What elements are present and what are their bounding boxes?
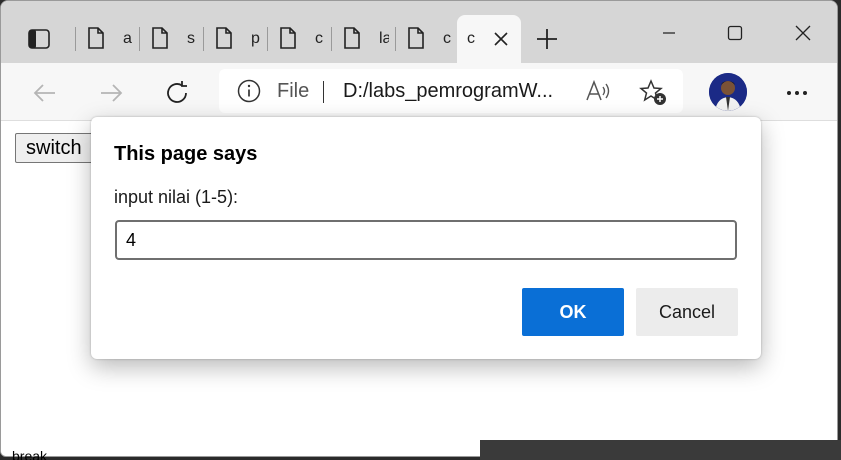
dialog-title: This page says — [114, 143, 258, 165]
back-button[interactable] — [25, 73, 65, 113]
ok-button[interactable]: OK — [522, 288, 624, 336]
tab-3[interactable]: p — [203, 15, 267, 63]
background-page-text: break — [12, 448, 48, 460]
tab-title: c — [315, 30, 323, 47]
document-icon — [216, 27, 232, 49]
tab-title: la — [379, 30, 389, 47]
tab-title: c — [467, 30, 475, 47]
browser-window: a s p c la c c — [0, 0, 838, 457]
navigation-toolbar: File D:/labs_pemrogramW... — [1, 63, 837, 121]
tab-title: p — [251, 30, 260, 47]
document-icon — [88, 27, 104, 49]
arrow-left-icon — [33, 84, 55, 102]
dialog-message: input nilai (1-5): — [114, 187, 239, 207]
tab-title: s — [187, 30, 195, 47]
plus-icon — [537, 29, 557, 49]
tab-5[interactable]: la — [331, 15, 395, 63]
forward-button[interactable] — [91, 73, 131, 113]
document-icon — [344, 27, 360, 49]
tab-2[interactable]: s — [139, 15, 203, 63]
tab-title: a — [123, 30, 132, 47]
tab-close-button[interactable] — [489, 27, 513, 51]
minimize-icon — [663, 32, 675, 34]
tab-4[interactable]: c — [267, 15, 331, 63]
tab-separator — [203, 27, 204, 51]
tab-strip: a s p c la c c — [1, 1, 837, 63]
url-scheme-label: File — [277, 80, 310, 102]
tab-separator — [331, 27, 332, 51]
tab-title: c — [443, 30, 451, 47]
tab-actions-button[interactable] — [19, 21, 59, 57]
document-icon — [152, 27, 168, 49]
desktop-background — [480, 440, 841, 460]
refresh-icon — [167, 81, 187, 103]
tab-separator — [395, 27, 396, 51]
profile-photo-icon — [709, 73, 747, 111]
maximize-icon — [727, 25, 743, 41]
tab-6[interactable]: c — [395, 15, 457, 63]
close-window-button[interactable] — [785, 17, 821, 49]
tab-separator — [75, 27, 76, 51]
tab-separator — [267, 27, 268, 51]
arrow-right-icon — [101, 84, 123, 102]
cancel-button[interactable]: Cancel — [636, 288, 738, 336]
document-icon — [280, 27, 296, 49]
close-icon — [494, 32, 508, 46]
tab-actions-icon — [28, 29, 50, 49]
switch-button[interactable]: switch — [15, 133, 93, 163]
refresh-button[interactable] — [157, 73, 197, 113]
url-text[interactable]: D:/labs_pemrogramW... — [343, 80, 567, 103]
address-divider — [323, 81, 324, 103]
address-bar[interactable]: File D:/labs_pemrogramW... — [219, 69, 683, 113]
prompt-input[interactable] — [115, 220, 737, 260]
new-tab-button[interactable] — [531, 23, 563, 55]
close-icon — [795, 25, 811, 41]
info-icon — [237, 79, 261, 103]
maximize-button[interactable] — [717, 17, 753, 49]
add-favorite-icon[interactable] — [639, 79, 667, 107]
minimize-button[interactable] — [651, 17, 687, 49]
settings-more-button[interactable] — [777, 73, 817, 113]
profile-avatar[interactable] — [709, 73, 747, 111]
prompt-dialog: This page says input nilai (1-5): OK Can… — [91, 117, 761, 359]
document-icon — [408, 27, 424, 49]
tab-1[interactable]: a — [75, 15, 139, 63]
tab-separator — [139, 27, 140, 51]
read-aloud-icon[interactable] — [585, 79, 611, 103]
more-horizontal-icon — [787, 91, 807, 95]
tab-active[interactable]: c — [457, 15, 521, 63]
